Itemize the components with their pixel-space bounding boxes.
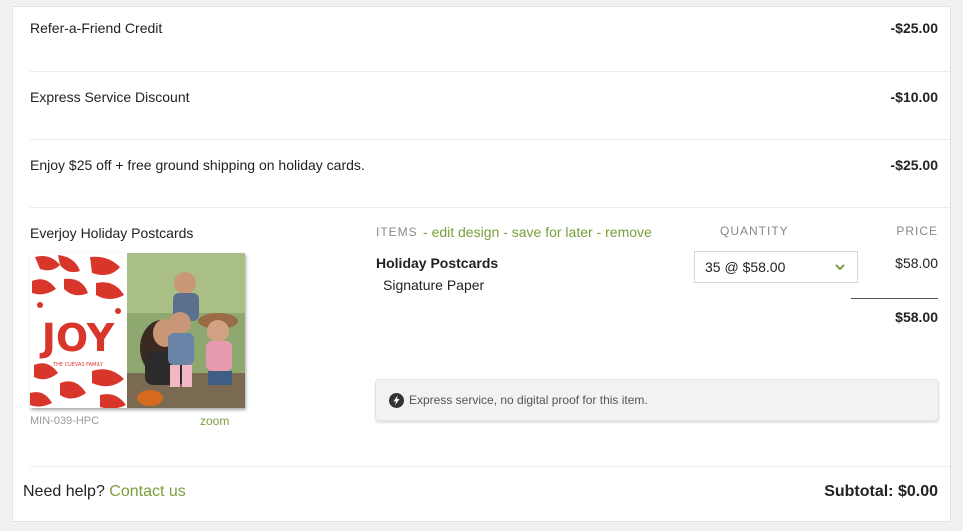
subtotal: Subtotal: $0.00	[824, 483, 938, 500]
discount-row: Enjoy $25 off + free ground shipping on …	[30, 157, 938, 173]
product-thumbnail[interactable]: JOY THE CUEVAS FAMILY	[30, 253, 245, 409]
divider	[30, 466, 950, 467]
price-header: PRICE	[896, 224, 938, 238]
discount-amount: -$25.00	[890, 157, 938, 173]
divider	[30, 71, 950, 72]
separator-dash: -	[596, 224, 602, 240]
notice-text: Express service, no digital proof for th…	[409, 393, 648, 407]
product-sku: MIN-039-HPC	[30, 415, 100, 427]
quantity-value: 35 @ $58.00	[705, 259, 786, 275]
discount-label: Refer-a-Friend Credit	[30, 20, 163, 36]
items-header: ITEMS	[376, 225, 418, 239]
discount-row: Express Service Discount -$10.00	[30, 89, 938, 105]
contact-us-link[interactable]: Contact us	[109, 483, 185, 500]
edit-design-link[interactable]: edit design	[432, 224, 500, 240]
item-price: $58.00	[895, 255, 938, 271]
divider	[30, 207, 950, 208]
price-divider	[851, 298, 938, 299]
separator-dash: -	[423, 224, 428, 240]
item-actions: - edit design - save for later - remove	[423, 224, 652, 240]
discount-amount: -$25.00	[890, 20, 938, 36]
express-notice: Express service, no digital proof for th…	[375, 379, 939, 421]
remove-link[interactable]: remove	[605, 224, 652, 240]
item-price-total: $58.00	[895, 309, 938, 325]
product-name: Everjoy Holiday Postcards	[30, 225, 194, 241]
discount-label: Express Service Discount	[30, 89, 190, 105]
help-text: Need help? Contact us	[23, 483, 186, 501]
quantity-select[interactable]: 35 @ $58.00	[694, 251, 858, 283]
postcard-image: JOY THE CUEVAS FAMILY	[30, 253, 245, 409]
divider	[30, 139, 950, 140]
cart-panel: Refer-a-Friend Credit -$25.00 Express Se…	[12, 6, 951, 522]
card-family-text: THE CUEVAS FAMILY	[52, 362, 104, 368]
help-label: Need help?	[23, 483, 105, 500]
quantity-header: QUANTITY	[720, 224, 789, 238]
discount-label: Enjoy $25 off + free ground shipping on …	[30, 157, 365, 173]
lightning-bolt-icon	[389, 393, 404, 408]
card-joy-text: JOY	[39, 316, 115, 360]
save-for-later-link[interactable]: save for later	[512, 224, 593, 240]
item-title: Holiday Postcards	[376, 255, 499, 271]
zoom-link[interactable]: zoom	[200, 414, 229, 428]
discount-row: Refer-a-Friend Credit -$25.00	[30, 20, 938, 36]
separator-dash: -	[503, 224, 508, 240]
item-paper: Signature Paper	[383, 277, 485, 293]
discount-amount: -$10.00	[890, 89, 938, 105]
chevron-down-icon	[835, 264, 845, 271]
